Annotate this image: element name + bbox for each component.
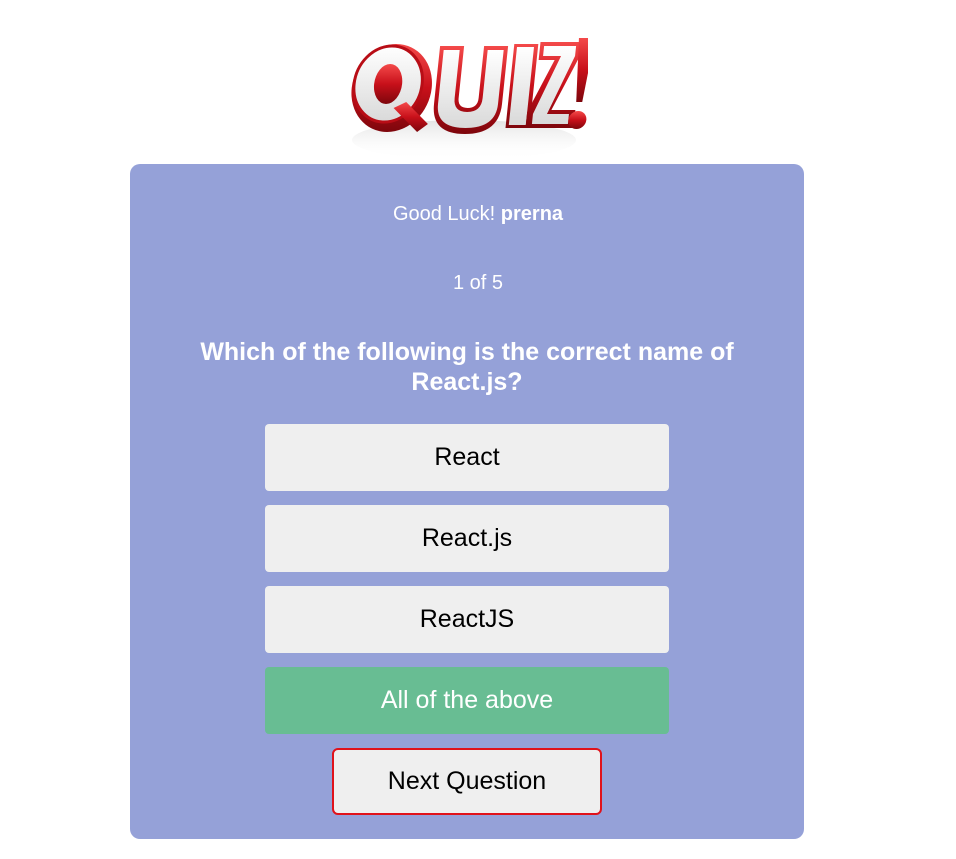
quiz-page: Good Luck! prerna 1 of 5 Which of the fo… xyxy=(0,0,956,859)
quiz-logo-icon xyxy=(346,28,588,162)
greeting: Good Luck! prerna xyxy=(0,203,956,226)
greeting-prefix: Good Luck! xyxy=(392,203,496,225)
option-all-of-the-above[interactable]: All of the above xyxy=(265,667,669,734)
answer-options: React React.js ReactJS All of the above xyxy=(265,424,669,748)
next-question-button[interactable]: Next Question xyxy=(332,748,602,815)
username: prerna xyxy=(500,203,564,225)
question-text: Which of the following is the correct na… xyxy=(200,338,734,396)
question-progress: 1 of 5 xyxy=(452,272,504,294)
option-reactjs[interactable]: ReactJS xyxy=(265,586,669,653)
option-react[interactable]: React xyxy=(265,424,669,491)
option-react-js[interactable]: React.js xyxy=(265,505,669,572)
